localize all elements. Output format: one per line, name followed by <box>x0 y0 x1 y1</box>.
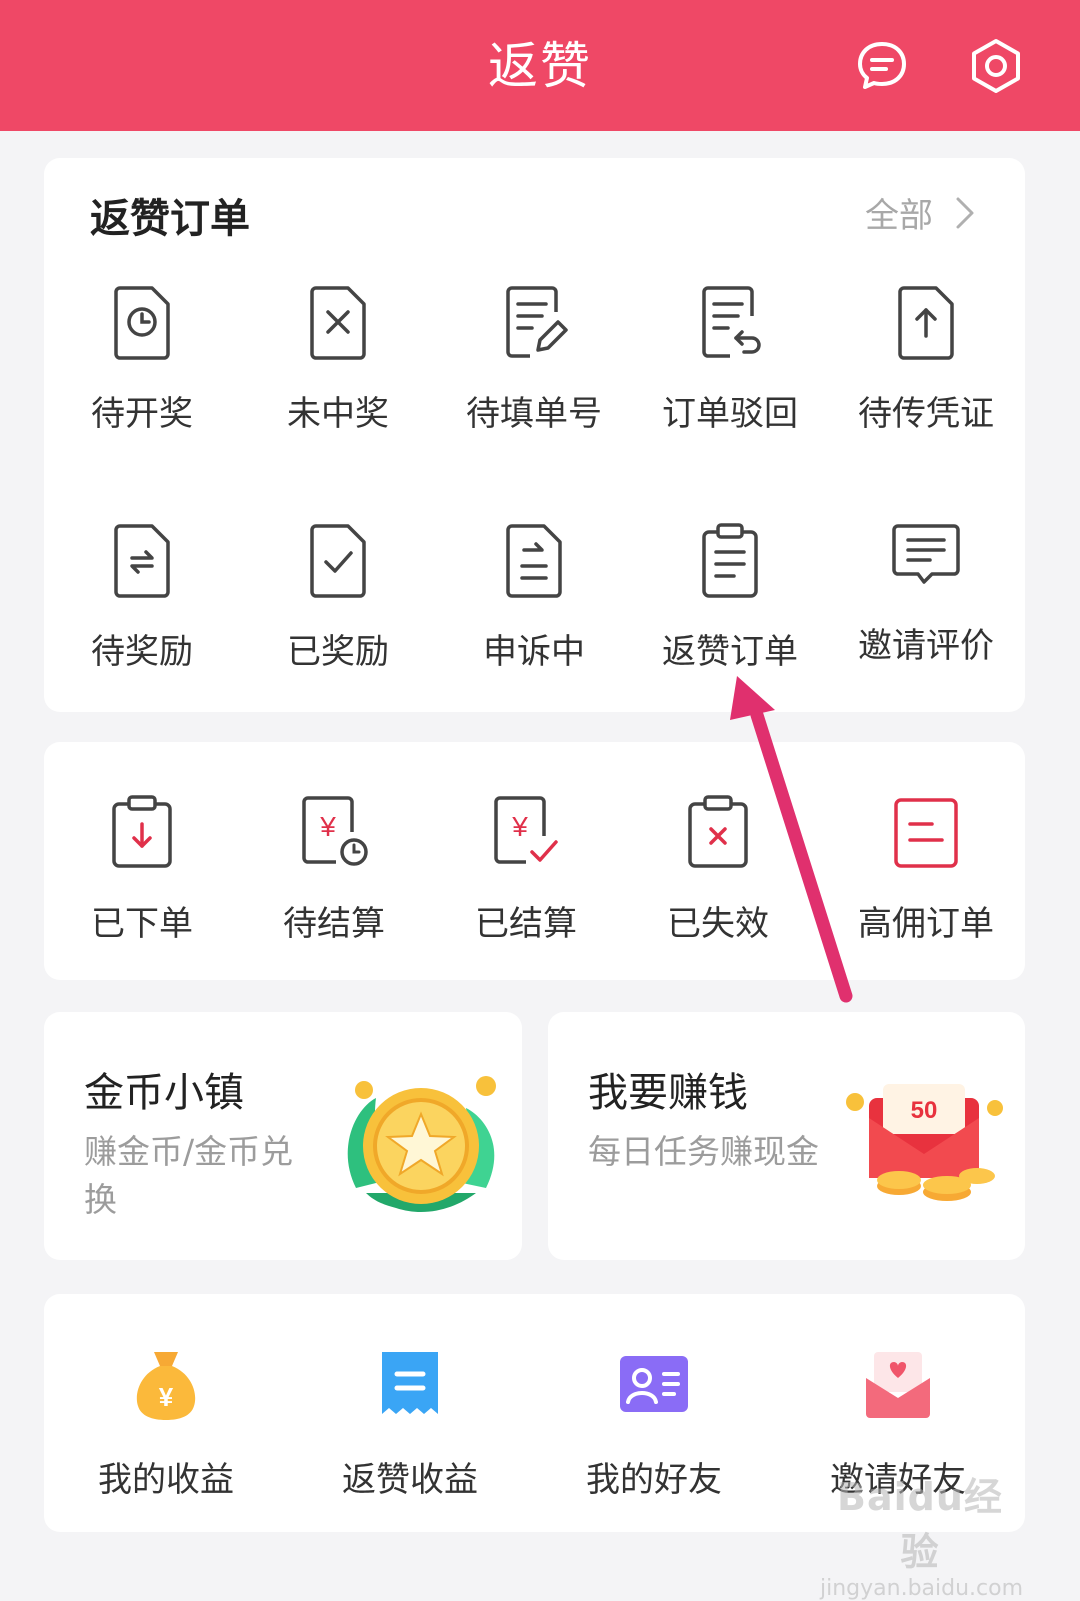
commission-status-high-commission[interactable]: 高佣订单 <box>828 792 1024 945</box>
comment-icon <box>892 524 960 584</box>
doc-upload-icon <box>898 286 954 360</box>
clipboard-down-icon <box>112 795 172 868</box>
message-icon[interactable] <box>852 36 912 96</box>
yen-check-icon: ¥ <box>494 796 558 864</box>
high-commission-icon <box>894 798 958 868</box>
order-status-upload-proof[interactable]: 待传凭证 <box>828 282 1024 435</box>
promo-subtitle: 每日任务赚现金 <box>588 1132 819 1171</box>
bottom-menu-label: 我的收益 <box>98 1460 234 1500</box>
doc-check-icon <box>310 524 366 598</box>
order-status-label: 订单驳回 <box>662 394 798 434</box>
order-status-label: 申诉中 <box>483 632 585 672</box>
order-status-pending-draw[interactable]: 待开奖 <box>44 282 240 435</box>
clipboard-icon <box>702 523 758 598</box>
view-all-label: 全部 <box>865 196 933 236</box>
commission-status-ordered[interactable]: 已下单 <box>44 792 240 945</box>
order-status-label: 待传凭证 <box>858 394 994 434</box>
order-status-appealing[interactable]: 申诉中 <box>436 520 632 673</box>
doc-arrow-icon <box>506 524 562 598</box>
promo-subtitle: 赚金币/金币兑换 <box>84 1132 294 1219</box>
commission-status-label: 高佣订单 <box>858 904 994 944</box>
yen-clock-icon: ¥ <box>302 796 368 866</box>
order-status-pending-reward[interactable]: 待奖励 <box>44 520 240 673</box>
order-status-label: 待奖励 <box>91 632 193 672</box>
commission-status-label: 已结算 <box>475 904 577 944</box>
view-all-link[interactable]: 全部 <box>865 188 975 237</box>
promo-title: 我要赚钱 <box>588 1070 748 1116</box>
my-friends-button[interactable]: 我的好友 <box>534 1344 774 1501</box>
clipboard-x-icon <box>688 795 748 868</box>
order-status-fanzan-orders[interactable]: 返赞订单 <box>632 520 828 673</box>
bottom-menu-label: 返赞收益 <box>342 1460 478 1500</box>
receipt-icon <box>382 1352 438 1414</box>
chevron-right-icon <box>956 197 974 228</box>
svg-text:¥: ¥ <box>319 811 336 842</box>
commission-orders-card: 已下单 ¥ 待结算 ¥ 已结算 已失效 高佣订单 <box>44 742 1025 980</box>
commission-status-settled[interactable]: ¥ 已结算 <box>428 792 624 945</box>
svg-text:¥: ¥ <box>511 811 528 842</box>
doc-edit-icon <box>506 286 568 358</box>
my-earnings-button[interactable]: ¥ 我的收益 <box>46 1344 286 1501</box>
settings-icon[interactable] <box>966 36 1026 96</box>
fanzan-earnings-button[interactable]: 返赞收益 <box>290 1344 530 1501</box>
orders-card-title: 返赞订单 <box>90 196 250 242</box>
order-status-rewarded[interactable]: 已奖励 <box>240 520 436 673</box>
earn-money-card[interactable]: 我要赚钱 每日任务赚现金 50 <box>548 1012 1025 1260</box>
order-status-label: 待填单号 <box>466 394 602 434</box>
commission-status-label: 已失效 <box>667 904 769 944</box>
commission-status-label: 已下单 <box>91 904 193 944</box>
gold-coin-icon <box>347 1076 496 1213</box>
gold-coin-town-card[interactable]: 金币小镇 赚金币/金币兑换 <box>44 1012 522 1260</box>
order-status-label: 待开奖 <box>91 394 193 434</box>
commission-status-label: 待结算 <box>283 904 385 944</box>
order-status-rejected[interactable]: 订单驳回 <box>632 282 828 435</box>
page-title: 返赞 <box>488 37 592 95</box>
contact-card-icon <box>620 1356 688 1412</box>
order-status-label: 未中奖 <box>287 394 389 434</box>
order-status-label: 已奖励 <box>287 632 389 672</box>
svg-text:¥: ¥ <box>159 1382 174 1412</box>
commission-status-expired[interactable]: 已失效 <box>620 792 816 945</box>
commission-status-pending-settlement[interactable]: ¥ 待结算 <box>236 792 432 945</box>
order-status-label: 邀请评价 <box>858 626 994 666</box>
promo-title: 金币小镇 <box>84 1070 244 1116</box>
baidu-jingyan-watermark: Baidu经验 jingyan.baidu.com <box>820 1466 1024 1601</box>
order-status-invite-review[interactable]: 邀请评价 <box>828 514 1024 667</box>
watermark-brand: Baidu经验 <box>837 1475 1003 1574</box>
order-status-label: 返赞订单 <box>662 632 798 672</box>
red-envelope-icon: 50 <box>846 1084 1003 1201</box>
envelope-amount: 50 <box>911 1097 938 1124</box>
money-bag-icon: ¥ <box>136 1352 196 1420</box>
invite-envelope-icon <box>866 1352 930 1418</box>
fanzan-orders-card: 返赞订单 全部 待开奖 未中奖 待填单号 订单驳回 待传凭证 待奖励 已奖励 申… <box>44 158 1025 712</box>
bottom-menu-label: 我的好友 <box>586 1460 722 1500</box>
doc-exchange-icon <box>114 524 170 598</box>
doc-clock-icon <box>114 286 170 360</box>
watermark-url: jingyan.baidu.com <box>820 1576 1024 1601</box>
order-status-fill-number[interactable]: 待填单号 <box>436 282 632 435</box>
doc-x-icon <box>310 286 366 360</box>
top-bar: 返赞 <box>0 0 1080 131</box>
order-status-not-won[interactable]: 未中奖 <box>240 282 436 435</box>
doc-return-icon <box>702 286 761 358</box>
